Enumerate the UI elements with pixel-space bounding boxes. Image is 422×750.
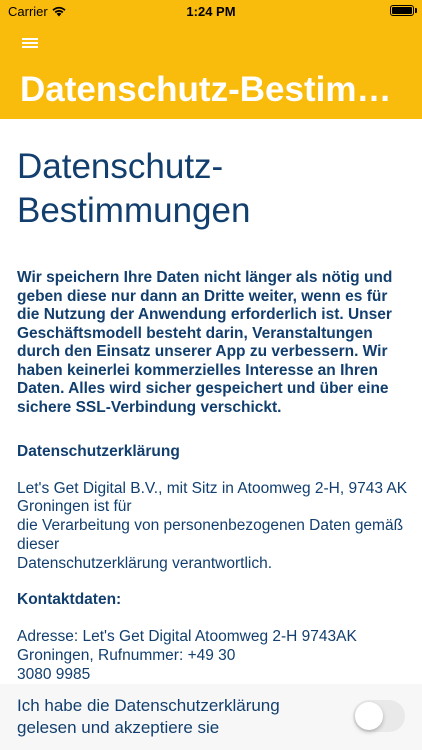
status-bar: Carrier 1:24 PM: [0, 0, 422, 22]
privacy-section-heading: Datenschutzerklärung: [17, 443, 180, 460]
contact-section-body: Adresse: Let's Get Digital Atoomweg 2-H …: [17, 627, 357, 683]
hamburger-menu-icon[interactable]: [18, 33, 44, 53]
intro-text: Wir speichern Ihre Daten nicht länger al…: [17, 269, 393, 416]
battery-icon: [390, 5, 414, 16]
clock: 1:24 PM: [186, 4, 236, 19]
toggle-knob[interactable]: [355, 702, 383, 730]
privacy-section-body: Let's Get Digital B.V., mit Sitz in Atoo…: [17, 479, 408, 572]
privacy-content: Datenschutz-Bestimmungen Wir speichern I…: [17, 145, 412, 702]
header-title: Datenschutz-Bestimmungen: [20, 70, 410, 109]
battery-tip: [415, 8, 417, 13]
app-header: Carrier 1:24 PM Datenschutz-Bestimmungen: [0, 0, 422, 119]
page-title: Datenschutz-Bestimmungen: [17, 147, 251, 230]
consent-bar: Ich habe die Datenschutzerklärung gelese…: [0, 684, 422, 750]
consent-toggle[interactable]: [353, 700, 405, 732]
contact-section-heading: Kontaktdaten:: [17, 591, 122, 609]
consent-label: Ich habe die Datenschutzerklärung gelese…: [17, 696, 280, 737]
